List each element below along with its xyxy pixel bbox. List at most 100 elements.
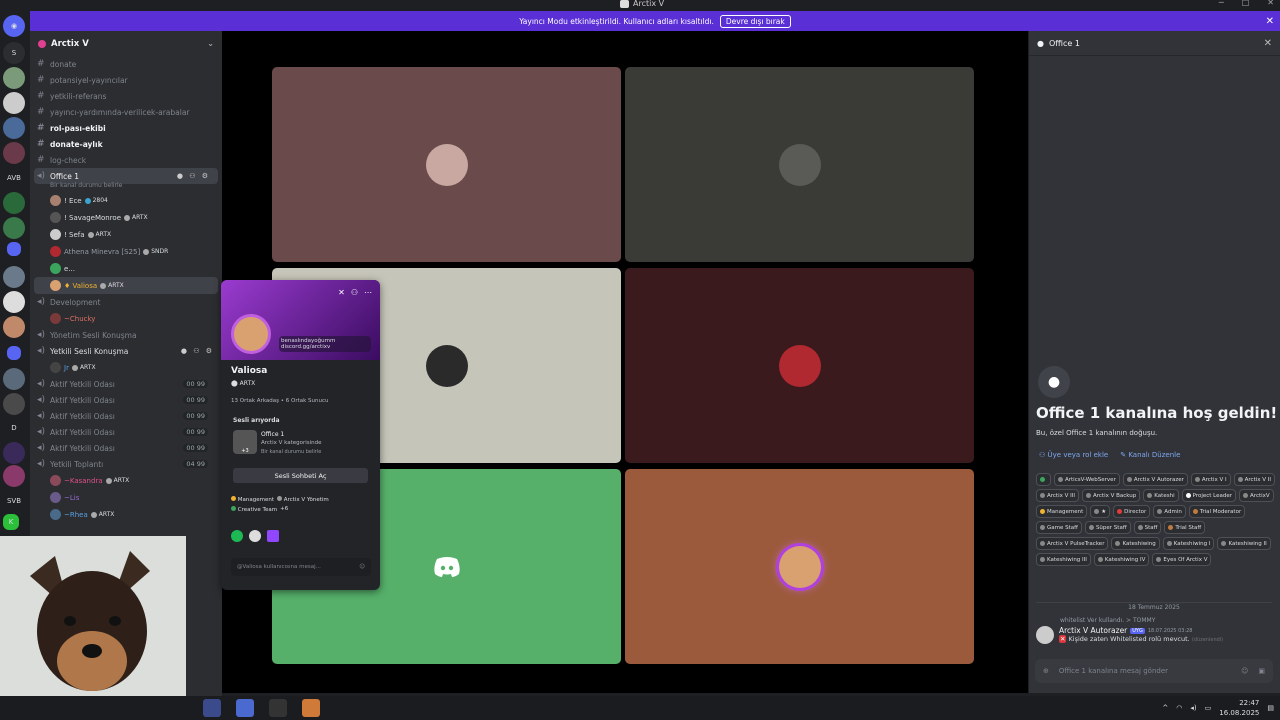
role-label: Arctix V PulseTracker xyxy=(1047,540,1105,547)
tray-chevron-icon[interactable]: ^ xyxy=(1162,704,1168,712)
channel-item[interactable]: # potansiyel-yayıncılar xyxy=(30,72,222,88)
channel-item[interactable]: # log-check xyxy=(30,152,222,168)
twitch-icon[interactable] xyxy=(267,530,279,542)
game-icon[interactable]: ▣ xyxy=(1258,667,1265,675)
channel-item[interactable]: # yetkili-referans xyxy=(30,88,222,104)
voice-user[interactable]: ! Ece 2804 xyxy=(30,192,222,209)
message-input[interactable]: ⊕ Office 1 kanalına mesaj gönder ☺ ▣ xyxy=(1035,659,1273,683)
discord-taskbar-icon[interactable] xyxy=(203,699,221,717)
close-banner-icon[interactable]: ✕ xyxy=(1266,16,1274,27)
notification-icon[interactable]: ▤ xyxy=(1267,704,1274,712)
server-icon[interactable] xyxy=(3,291,25,313)
close-icon[interactable]: ✕ xyxy=(338,288,345,297)
maximize-icon[interactable]: □ xyxy=(1242,0,1250,7)
app-taskbar-icon[interactable] xyxy=(302,699,320,717)
avatar[interactable] xyxy=(1036,626,1054,644)
message-author[interactable]: Arctix V Autorazer xyxy=(1059,626,1127,635)
server-icon[interactable] xyxy=(3,217,25,239)
server-svb[interactable]: SVB xyxy=(3,490,25,512)
server-icon[interactable] xyxy=(3,266,25,288)
steam-icon[interactable] xyxy=(249,530,261,542)
folder-icon[interactable] xyxy=(7,242,21,256)
voice-channel[interactable]: ◂) Aktif Yetkili Odası 00 99 xyxy=(30,424,222,440)
kick-icon[interactable]: K xyxy=(3,514,19,530)
add-member-link[interactable]: ⚇ Üye veya rol ekle xyxy=(1039,451,1108,459)
profile-avatar[interactable] xyxy=(231,314,271,354)
voice-user[interactable]: ~Lis xyxy=(30,489,222,506)
channel-item[interactable]: # yayıncı-yardımında-verilicek-arabalar xyxy=(30,104,222,120)
server-s[interactable]: S xyxy=(3,42,25,64)
disable-streamer-mode-button[interactable]: Devre dışı bırak xyxy=(719,14,791,28)
channel-actions[interactable]: ● ⚇ ⚙ xyxy=(177,172,210,180)
server-d[interactable]: D xyxy=(3,417,25,439)
voice-user[interactable]: ! SavageMonroe ARTX xyxy=(30,209,222,226)
server-icon[interactable] xyxy=(3,442,25,464)
voice-channel[interactable]: ◂) Aktif Yetkili Odası 00 99 xyxy=(30,392,222,408)
server-header[interactable]: Arctix V ⌄ xyxy=(30,31,222,56)
voice-user[interactable]: ! Sefa ARTX xyxy=(30,226,222,243)
voice-user[interactable]: ~Chucky xyxy=(30,310,222,327)
role-label: Project Leader xyxy=(1192,492,1233,499)
profile-mutuals[interactable]: 13 Ortak Arkadaş • 6 Ortak Sunucu xyxy=(231,398,329,404)
server-icon[interactable] xyxy=(3,316,25,338)
channel-item[interactable]: # rol-pası-ekibi xyxy=(30,120,222,136)
video-tile[interactable] xyxy=(272,67,621,262)
emoji-icon[interactable]: ☺ xyxy=(359,564,365,570)
voice-activity-card[interactable]: +3 Office 1 Arctix V kategorisinde Bir k… xyxy=(233,430,368,464)
video-tile[interactable] xyxy=(625,67,974,262)
discord-home-icon[interactable]: ◉ xyxy=(3,15,25,37)
server-icon[interactable] xyxy=(3,465,25,487)
minimize-icon[interactable]: ─ xyxy=(1219,0,1224,7)
hash-icon: # xyxy=(37,139,45,149)
channel-actions[interactable]: ● ⚇ ⚙ xyxy=(181,347,214,355)
reply-context[interactable]: whitelist Ver kullandı. > TOMMY xyxy=(1036,617,1272,624)
voice-user[interactable]: Athena Minevra [S25] SNDR xyxy=(30,243,222,260)
voice-user[interactable]: e... xyxy=(30,260,222,277)
obs-taskbar-icon[interactable] xyxy=(269,699,287,717)
voice-user[interactable]: Jr ARTX xyxy=(30,359,222,376)
dm-input[interactable]: @Valiosa kullanıcısına mesaj... ☺ xyxy=(231,558,371,576)
clock[interactable]: 22:47 16.08.2025 xyxy=(1219,698,1259,718)
server-avb[interactable]: AVB xyxy=(3,167,25,189)
wifi-icon[interactable]: ◠ xyxy=(1176,704,1182,712)
video-tile[interactable] xyxy=(625,469,974,664)
battery-icon[interactable]: ▭ xyxy=(1205,704,1212,712)
voice-user[interactable]: ~Rhea ARTX xyxy=(30,506,222,523)
open-voice-chat-button[interactable]: Sesli Sohbeti Aç xyxy=(233,468,368,483)
voice-channel[interactable]: ◂) Aktif Yetkili Odası 00 99 xyxy=(30,408,222,424)
more-icon[interactable]: ⋯ xyxy=(364,288,372,297)
plus-icon[interactable]: ⊕ xyxy=(1043,667,1049,675)
participant-avatar-speaking xyxy=(778,545,821,588)
server-icon[interactable] xyxy=(3,117,25,139)
server-icon[interactable] xyxy=(3,67,25,89)
chevron-down-icon[interactable]: ⌄ xyxy=(207,39,214,48)
channel-item[interactable]: # donate-aylık xyxy=(30,136,222,152)
voice-channel[interactable]: ◂) Aktif Yetkili Odası 00 99 xyxy=(30,440,222,456)
spotify-icon[interactable] xyxy=(231,530,243,542)
role-label: ★ xyxy=(1101,508,1107,515)
add-friend-icon[interactable]: ⚇ xyxy=(351,288,358,297)
edit-channel-link[interactable]: ✎ Kanalı Düzenle xyxy=(1120,451,1180,459)
server-icon[interactable] xyxy=(3,368,25,390)
folder-icon[interactable] xyxy=(7,346,21,360)
voice-user[interactable]: ~Kasandra ARTX xyxy=(30,472,222,489)
emoji-icon[interactable]: ☺ xyxy=(1241,667,1248,675)
voice-channel[interactable]: ◂) Yetkili Sesli Konuşma ● ⚇ ⚙ xyxy=(30,343,222,359)
close-window-icon[interactable]: ✕ xyxy=(1267,0,1274,7)
voice-channel[interactable]: ◂) Yetkili Toplantı 04 99 xyxy=(30,456,222,472)
voice-channel[interactable]: ◂) Development xyxy=(30,294,222,310)
server-icon[interactable] xyxy=(3,142,25,164)
close-chat-icon[interactable]: ✕ xyxy=(1264,38,1272,49)
voice-user[interactable]: ♦ Valiosa ARTX xyxy=(34,277,218,294)
channel-item[interactable]: # donate xyxy=(30,56,222,72)
volume-icon[interactable]: ◂) xyxy=(1190,704,1196,712)
server-icon[interactable] xyxy=(3,92,25,114)
voice-channel[interactable]: ◂) Yönetim Sesli Konuşma xyxy=(30,327,222,343)
server-icon[interactable] xyxy=(3,192,25,214)
video-tile[interactable] xyxy=(625,268,974,463)
more-roles-chip[interactable]: +6 xyxy=(280,506,288,513)
server-icon[interactable] xyxy=(3,393,25,415)
app-taskbar-icon[interactable] xyxy=(236,699,254,717)
voice-channel[interactable]: ◂) Aktif Yetkili Odası 00 99 xyxy=(30,376,222,392)
role-color-dot xyxy=(1040,509,1045,514)
